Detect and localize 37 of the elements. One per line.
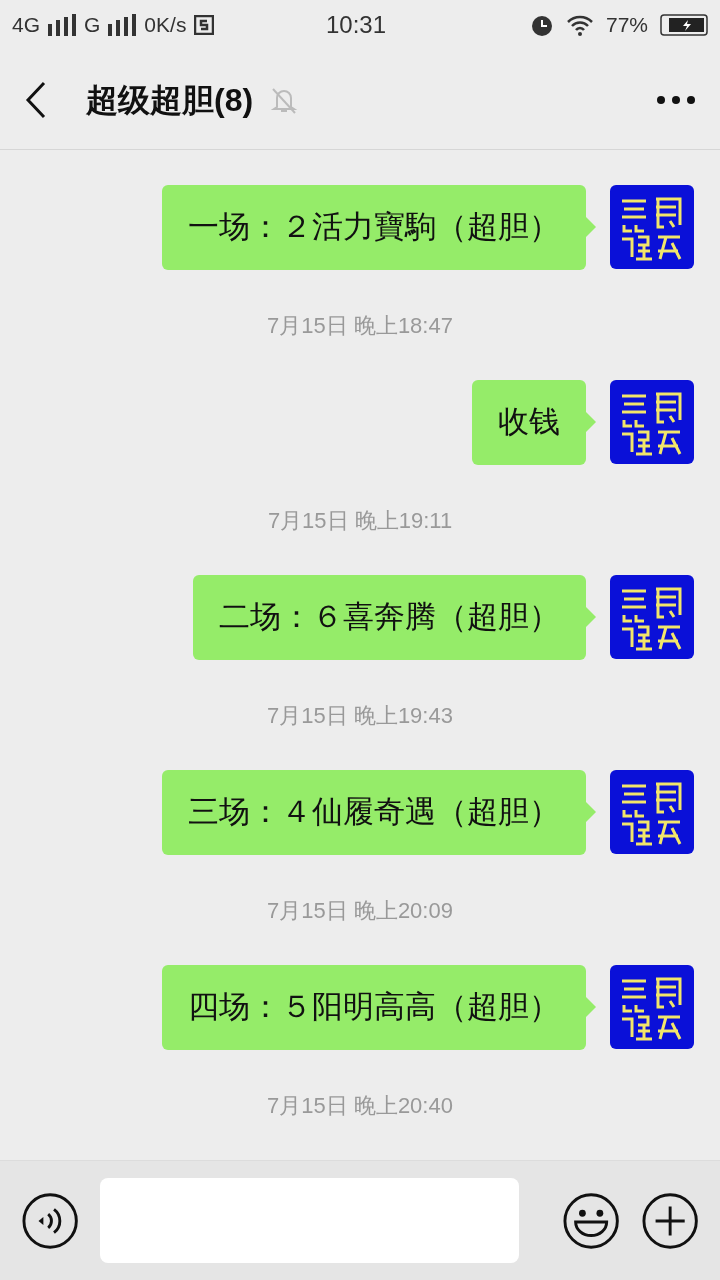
wifi-icon <box>565 14 594 36</box>
avatar-icon[interactable] <box>610 185 694 269</box>
message-bubble[interactable]: 二场：６喜奔腾（超胆） <box>193 575 586 660</box>
bubble-tail <box>586 607 596 627</box>
more-icon[interactable] <box>656 94 696 105</box>
message-bubble[interactable]: 四场：５阳明高高（超胆） <box>162 965 586 1050</box>
back-icon[interactable] <box>24 80 48 119</box>
battery-icon <box>660 14 708 36</box>
timestamp: 7月15日 晚上18:47 <box>267 311 453 340</box>
bubble-tail <box>586 802 596 822</box>
bubble-tail <box>586 217 596 237</box>
battery-label: 77% <box>605 12 648 39</box>
speed-label: 0K/s <box>144 12 187 39</box>
bubble-tail <box>586 412 596 432</box>
alarm-icon <box>529 13 554 37</box>
avatar-icon[interactable] <box>610 770 694 854</box>
message-input[interactable] <box>100 1178 520 1263</box>
message-bubble[interactable]: 一场：２活力寶駒（超胆） <box>162 185 586 270</box>
avatar-icon[interactable] <box>610 575 694 659</box>
timestamp: 7月15日 晚上19:11 <box>267 506 453 535</box>
chat-title: 超级超胆(8) <box>86 80 254 120</box>
timestamp: 7月15日 晚上19:43 <box>267 701 453 730</box>
message-bubble[interactable]: 收钱 <box>472 380 586 465</box>
network-label: 4G <box>12 12 40 39</box>
signal-icon <box>108 14 137 36</box>
avatar-icon[interactable] <box>610 965 694 1049</box>
clock: 10:31 <box>324 10 387 40</box>
message-bubble[interactable]: 三场：４仙履奇遇（超胆） <box>162 770 586 855</box>
timestamp: 7月15日 晚上20:40 <box>267 1091 453 1120</box>
avatar-icon[interactable] <box>610 380 694 464</box>
emoji-icon[interactable] <box>563 1191 620 1250</box>
bubble-tail <box>586 997 596 1017</box>
add-icon[interactable] <box>641 1191 698 1250</box>
voice-icon[interactable] <box>22 1191 79 1250</box>
signal-icon <box>48 14 76 36</box>
network-label: G <box>84 12 101 39</box>
timestamp: 7月15日 晚上20:09 <box>267 896 453 925</box>
